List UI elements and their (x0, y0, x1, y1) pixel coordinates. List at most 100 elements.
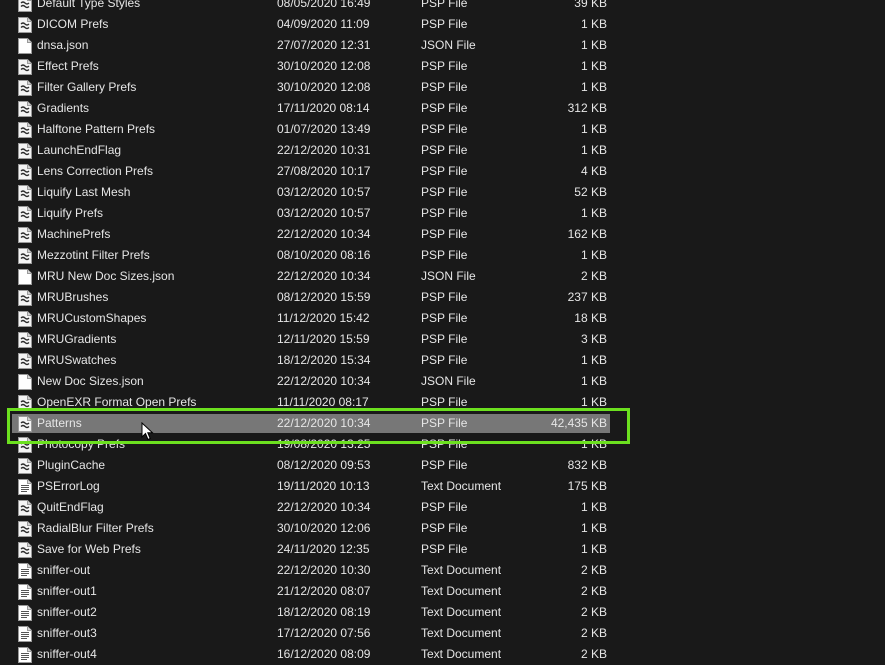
file-date-modified: 22/12/2020 10:30 (277, 563, 371, 577)
file-list: Default Type Styles 08/05/2020 16:49 PSP F… (0, 0, 885, 665)
file-row[interactable]: OpenEXR Format Open Prefs 11/11/2020 08:1… (0, 392, 885, 413)
file-row[interactable]: Save for Web Prefs 24/11/2020 12:35 PSP Fi… (0, 539, 885, 560)
file-row[interactable]: dnsa.json 27/07/2020 12:31 JSON File 1 KB (0, 35, 885, 56)
psp-file-icon (18, 227, 32, 243)
file-name: Filter Gallery Prefs (37, 80, 137, 94)
file-size: 1 KB (580, 437, 607, 451)
file-date-modified: 08/10/2020 08:16 (277, 248, 371, 262)
file-row[interactable]: MRU New Doc Sizes.json 22/12/2020 10:34 JS… (0, 266, 885, 287)
file-type: JSON File (421, 38, 476, 52)
file-row[interactable]: sniffer-out3 17/12/2020 07:56 Text Documen… (0, 623, 885, 644)
file-type: JSON File (421, 269, 476, 283)
file-date-modified: 30/10/2020 12:08 (277, 59, 371, 73)
file-size: 18 KB (574, 311, 607, 325)
file-size: 1 KB (580, 206, 607, 220)
file-row[interactable]: Effect Prefs 30/10/2020 12:08 PSP File 1 KB (0, 56, 885, 77)
file-date-modified: 17/11/2020 08:14 (277, 101, 370, 115)
file-type: PSP File (421, 290, 468, 304)
file-row-selected[interactable]: Patterns 22/12/2020 10:34 PSP File 42,435 K… (0, 413, 885, 434)
file-size: 1 KB (580, 374, 607, 388)
file-date-modified: 08/12/2020 09:53 (277, 458, 371, 472)
file-type: PSP File (421, 458, 468, 472)
file-row[interactable]: PSErrorLog 19/11/2020 10:13 Text Document 1… (0, 476, 885, 497)
file-date-modified: 11/12/2020 15:42 (277, 311, 370, 325)
psp-file-icon (18, 101, 32, 117)
file-date-modified: 27/07/2020 12:31 (277, 38, 371, 52)
file-row[interactable]: RadialBlur Filter Prefs 30/10/2020 12:06 P… (0, 518, 885, 539)
file-name: PSErrorLog (37, 479, 100, 493)
file-row[interactable]: New Doc Sizes.json 22/12/2020 10:34 JSON F… (0, 371, 885, 392)
file-name: Liquify Last Mesh (37, 185, 131, 199)
psp-file-icon (18, 332, 32, 348)
file-type: PSP File (421, 395, 468, 409)
file-type: PSP File (421, 80, 468, 94)
file-name: DICOM Prefs (37, 17, 109, 31)
file-date-modified: 08/05/2020 16:49 (277, 0, 371, 10)
psp-file-icon (18, 311, 32, 327)
mouse-pointer-icon (141, 421, 154, 444)
file-row[interactable]: MRUCustomShapes 11/12/2020 15:42 PSP File 1… (0, 308, 885, 329)
file-row[interactable]: MRUBrushes 08/12/2020 15:59 PSP File 237 KB (0, 287, 885, 308)
file-date-modified: 27/08/2020 10:17 (277, 164, 371, 178)
file-name: QuitEndFlag (37, 500, 104, 514)
file-row[interactable]: QuitEndFlag 22/12/2020 10:34 PSP File 1 KB (0, 497, 885, 518)
file-row[interactable]: sniffer-out4 16/12/2020 08:09 Text Documen… (0, 644, 885, 665)
file-type: JSON File (421, 374, 476, 388)
file-type: PSP File (421, 143, 468, 157)
file-name: Effect Prefs (37, 59, 99, 73)
text-document-icon (18, 563, 32, 579)
file-date-modified: 22/12/2020 10:34 (277, 269, 371, 283)
file-row[interactable]: DICOM Prefs 04/09/2020 11:09 PSP File 1 KB (0, 14, 885, 35)
file-row[interactable]: Mezzotint Filter Prefs 08/10/2020 08:16 PS… (0, 245, 885, 266)
file-row[interactable]: sniffer-out 22/12/2020 10:30 Text Document… (0, 560, 885, 581)
file-row[interactable]: MRUGradients 12/11/2020 15:59 PSP File 3 KB (0, 329, 885, 350)
file-row[interactable]: Liquify Prefs 03/12/2020 10:57 PSP File 1 K… (0, 203, 885, 224)
psp-file-icon (18, 185, 32, 201)
file-row[interactable]: MachinePrefs 22/12/2020 10:34 PSP File 162 … (0, 224, 885, 245)
file-row[interactable]: Lens Correction Prefs 27/08/2020 10:17 PSP… (0, 161, 885, 182)
file-date-modified: 03/12/2020 10:57 (277, 185, 371, 199)
file-size: 1 KB (580, 38, 607, 52)
document-icon (18, 269, 32, 285)
file-name: dnsa.json (37, 38, 89, 52)
file-date-modified: 24/11/2020 12:35 (277, 542, 370, 556)
file-row[interactable]: Photocopy Prefs 19/08/2020 13:25 PSP File 1… (0, 434, 885, 455)
file-date-modified: 17/12/2020 07:56 (277, 626, 371, 640)
file-type: PSP File (421, 164, 468, 178)
file-type: PSP File (421, 332, 468, 346)
file-row[interactable]: PluginCache 08/12/2020 09:53 PSP File 832 K… (0, 455, 885, 476)
file-size: 237 KB (567, 290, 607, 304)
file-row[interactable]: Gradients 17/11/2020 08:14 PSP File 312 KB (0, 98, 885, 119)
file-size: 2 KB (580, 563, 607, 577)
file-row[interactable]: LaunchEndFlag 22/12/2020 10:31 PSP File 1 K… (0, 140, 885, 161)
file-row[interactable]: sniffer-out2 18/12/2020 08:19 Text Documen… (0, 602, 885, 623)
file-date-modified: 30/10/2020 12:06 (277, 521, 371, 535)
file-size: 2 KB (580, 584, 607, 598)
file-type: PSP File (421, 437, 468, 451)
file-type: PSP File (421, 311, 468, 325)
psp-file-icon (18, 0, 32, 12)
file-type: PSP File (421, 227, 468, 241)
file-size: 1 KB (580, 17, 607, 31)
psp-file-icon (18, 80, 32, 96)
file-name: LaunchEndFlag (37, 143, 122, 157)
file-row[interactable]: Liquify Last Mesh 03/12/2020 10:57 PSP Fil… (0, 182, 885, 203)
file-row[interactable]: sniffer-out1 21/12/2020 08:07 Text Documen… (0, 581, 885, 602)
file-row[interactable]: Default Type Styles 08/05/2020 16:49 PSP F… (0, 0, 885, 14)
file-date-modified: 22/12/2020 10:34 (277, 227, 371, 241)
file-row[interactable]: Halftone Pattern Prefs 01/07/2020 13:49 PS… (0, 119, 885, 140)
file-size: 1 KB (580, 353, 607, 367)
psp-file-icon (18, 290, 32, 306)
file-row[interactable]: MRUSwatches 18/12/2020 15:34 PSP File 1 KB (0, 350, 885, 371)
file-size: 39 KB (574, 0, 607, 10)
file-row[interactable]: Filter Gallery Prefs 30/10/2020 12:08 PSP … (0, 77, 885, 98)
file-size: 1 KB (580, 248, 607, 262)
file-type: PSP File (421, 353, 468, 367)
file-name: PluginCache (37, 458, 106, 472)
file-date-modified: 21/12/2020 08:07 (277, 584, 371, 598)
psp-file-icon (18, 248, 32, 264)
psp-file-icon (18, 458, 32, 474)
file-date-modified: 22/12/2020 10:34 (277, 500, 371, 514)
text-document-icon (18, 479, 32, 495)
file-date-modified: 22/12/2020 10:34 (277, 416, 371, 430)
